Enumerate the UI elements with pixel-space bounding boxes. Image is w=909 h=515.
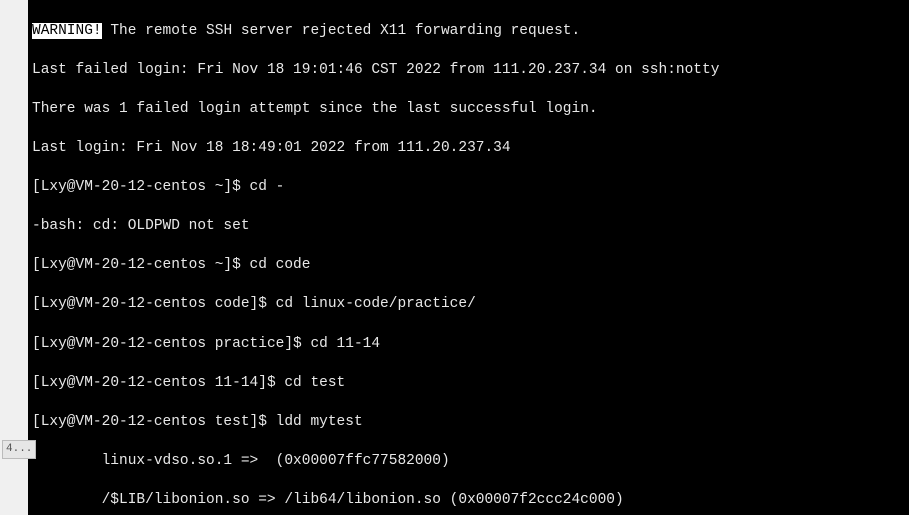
- command: cd linux-code/practice/: [276, 296, 476, 312]
- last-login: Last login: Fri Nov 18 18:49:01 2022 fro…: [32, 139, 905, 159]
- command: ldd mytest: [276, 414, 363, 430]
- warning-msg: The remote SSH server rejected X11 forwa…: [102, 23, 581, 39]
- failed-attempts: There was 1 failed login attempt since t…: [32, 100, 905, 120]
- ldd-output: /$LIB/libonion.so => /lib64/libonion.so …: [32, 491, 905, 511]
- command: cd test: [284, 375, 345, 391]
- warning-line: WARNING! The remote SSH server rejected …: [32, 22, 905, 42]
- last-failed-login: Last failed login: Fri Nov 18 19:01:46 C…: [32, 61, 905, 81]
- cmd-line: [Lxy@VM-20-12-centos code]$ cd linux-cod…: [32, 295, 905, 315]
- prompt: [Lxy@VM-20-12-centos ~]$: [32, 179, 250, 195]
- command: cd -: [250, 179, 285, 195]
- output-line: -bash: cd: OLDPWD not set: [32, 217, 905, 237]
- cmd-line: [Lxy@VM-20-12-centos ~]$ cd code: [32, 256, 905, 276]
- prompt: [Lxy@VM-20-12-centos code]$: [32, 296, 276, 312]
- command: cd 11-14: [310, 336, 380, 352]
- prompt: [Lxy@VM-20-12-centos 11-14]$: [32, 375, 284, 391]
- prompt: [Lxy@VM-20-12-centos test]$: [32, 414, 276, 430]
- cmd-line: [Lxy@VM-20-12-centos 11-14]$ cd test: [32, 374, 905, 394]
- prompt: [Lxy@VM-20-12-centos ~]$: [32, 257, 250, 273]
- sidebar-tab[interactable]: 4...: [2, 440, 36, 459]
- cmd-line: [Lxy@VM-20-12-centos test]$ ldd mytest: [32, 413, 905, 433]
- prompt: [Lxy@VM-20-12-centos practice]$: [32, 336, 310, 352]
- cmd-line: [Lxy@VM-20-12-centos practice]$ cd 11-14: [32, 335, 905, 355]
- editor-gutter: 4...: [0, 0, 28, 515]
- cmd-line: [Lxy@VM-20-12-centos ~]$ cd -: [32, 178, 905, 198]
- warning-tag: WARNING!: [32, 23, 102, 39]
- ldd-output: linux-vdso.so.1 => (0x00007ffc77582000): [32, 452, 905, 472]
- command: cd code: [250, 257, 311, 273]
- terminal[interactable]: WARNING! The remote SSH server rejected …: [28, 0, 909, 515]
